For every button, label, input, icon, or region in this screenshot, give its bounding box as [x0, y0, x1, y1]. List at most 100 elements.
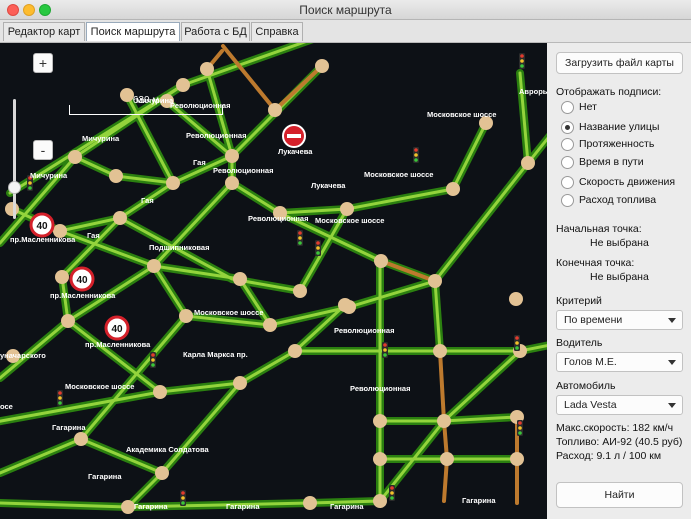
- intersection-node: [373, 494, 387, 508]
- zoom-out-button[interactable]: -: [33, 140, 53, 160]
- intersection-node: [176, 78, 190, 92]
- speed-limit-value: 40: [76, 275, 88, 286]
- radio-street-name-label[interactable]: Название улицы: [579, 121, 659, 133]
- zoom-slider-thumb[interactable]: [8, 181, 21, 194]
- intersection-node: [55, 270, 69, 284]
- traffic-light-icon: [382, 342, 388, 358]
- radio-fuel-label[interactable]: Расход топлива: [579, 194, 656, 206]
- window-title: Поиск маршрута: [299, 3, 392, 17]
- criterion-select[interactable]: По времени: [556, 310, 683, 330]
- intersection-node: [109, 169, 123, 183]
- intersection-node: [68, 150, 82, 164]
- driver-select[interactable]: Голов М.Е.: [556, 352, 683, 372]
- driver-value: Голов М.Е.: [564, 356, 617, 368]
- end-point-heading: Конечная точка:: [556, 257, 635, 269]
- labels-heading: Отображать подписи:: [556, 86, 662, 98]
- street-label: Революционная: [186, 131, 246, 140]
- road-segment: [273, 64, 324, 112]
- no-entry-sign-icon: [282, 124, 306, 148]
- consumption-info: Расход: 9.1 л / 100 км: [556, 450, 662, 462]
- street-label: Московское шоссе: [194, 308, 263, 317]
- find-route-button[interactable]: Найти: [556, 482, 683, 508]
- car-select[interactable]: Lada Vesta: [556, 395, 683, 415]
- radio-length-label[interactable]: Протяженность: [579, 138, 654, 150]
- radio-speed-label[interactable]: Скорость движения: [579, 176, 675, 188]
- intersection-node: [433, 344, 447, 358]
- intersection-node: [179, 309, 193, 323]
- street-label: Мичурина: [82, 134, 120, 143]
- radio-street-name[interactable]: [561, 121, 574, 134]
- street-label: уначарского: [0, 351, 46, 360]
- tab-database[interactable]: Работа с БД: [181, 22, 250, 41]
- car-value: Lada Vesta: [564, 399, 617, 411]
- radio-speed[interactable]: [561, 176, 574, 189]
- radio-none[interactable]: [561, 101, 574, 114]
- intersection-node: [121, 500, 135, 514]
- street-label: Гая: [141, 196, 154, 205]
- street-label: осе: [0, 402, 13, 411]
- traffic-light-icon: [180, 490, 186, 506]
- tab-help[interactable]: Справка: [251, 22, 303, 41]
- intersection-node: [446, 182, 460, 196]
- radio-travel-time[interactable]: [561, 156, 574, 169]
- chevron-down-icon: [668, 360, 676, 365]
- zoom-slider-track[interactable]: [13, 99, 16, 219]
- street-label: Карла Маркса пр.: [183, 350, 248, 359]
- zoom-in-button[interactable]: +: [33, 53, 53, 73]
- road-segment: [124, 347, 524, 511]
- tab-route-search[interactable]: Поиск маршрута: [86, 22, 180, 41]
- street-label: Подшипниковая: [149, 243, 209, 252]
- traffic-light-icon: [519, 53, 525, 69]
- street-label: Московское шоссе: [65, 382, 134, 391]
- intersection-node: [437, 414, 451, 428]
- intersection-node: [113, 211, 127, 225]
- intersection-node: [166, 176, 180, 190]
- radio-length[interactable]: [561, 138, 574, 151]
- street-label: Московское шоссе: [364, 170, 433, 179]
- radio-none-label[interactable]: Нет: [579, 101, 597, 113]
- intersection-node: [268, 103, 282, 117]
- street-label: Гая: [87, 231, 100, 240]
- traffic-light-icon: [297, 230, 303, 246]
- chevron-down-icon: [668, 403, 676, 408]
- speed-limit-sign-icon: 40: [104, 315, 130, 341]
- street-label: Мичурина: [30, 171, 68, 180]
- street-label: Гагарина: [88, 472, 122, 481]
- street-label: Революционная: [248, 214, 308, 223]
- street-label: Гагарина: [134, 502, 168, 511]
- start-point-heading: Начальная точка:: [556, 223, 642, 235]
- street-label: пр.Масленникова: [50, 291, 116, 300]
- intersection-node: [225, 149, 239, 163]
- speed-limit-value: 40: [111, 324, 123, 335]
- tab-bar: Редактор карт Поиск маршрута Работа с БД…: [0, 20, 691, 43]
- traffic-light-icon: [389, 485, 395, 501]
- street-label: Московское шоссе: [315, 216, 384, 225]
- street-label: Гая: [193, 158, 206, 167]
- intersection-node: [61, 314, 75, 328]
- intersection-node: [147, 259, 161, 273]
- street-label: Гагарина: [226, 502, 260, 511]
- intersection-node: [373, 414, 387, 428]
- tab-map-editor[interactable]: Редактор карт: [3, 22, 85, 41]
- street-label: Революционная: [213, 166, 273, 175]
- traffic-light-icon: [514, 335, 520, 351]
- intersection-node: [315, 59, 329, 73]
- load-map-button[interactable]: Загрузить файл карты: [556, 52, 683, 74]
- radio-fuel[interactable]: [561, 194, 574, 207]
- radio-travel-time-label[interactable]: Время в пути: [579, 156, 644, 168]
- traffic-light-icon: [57, 390, 63, 406]
- intersection-node: [509, 292, 523, 306]
- street-label: Московское шоссе: [427, 110, 496, 119]
- map-canvas[interactable]: 40 40 40 Мичурина Революционная Мичурина Рево…: [0, 43, 547, 519]
- intersection-node: [233, 272, 247, 286]
- intersection-node: [153, 385, 167, 399]
- criterion-value: По времени: [564, 314, 623, 326]
- street-label: Революционная: [334, 326, 394, 335]
- start-point-value: Не выбрана: [590, 237, 649, 249]
- intersection-node: [225, 176, 239, 190]
- criterion-heading: Критерий: [556, 295, 602, 307]
- road-segment: [126, 349, 522, 509]
- intersection-node: [510, 452, 524, 466]
- intersection-node: [74, 432, 88, 446]
- street-label: Лукачева: [278, 147, 313, 156]
